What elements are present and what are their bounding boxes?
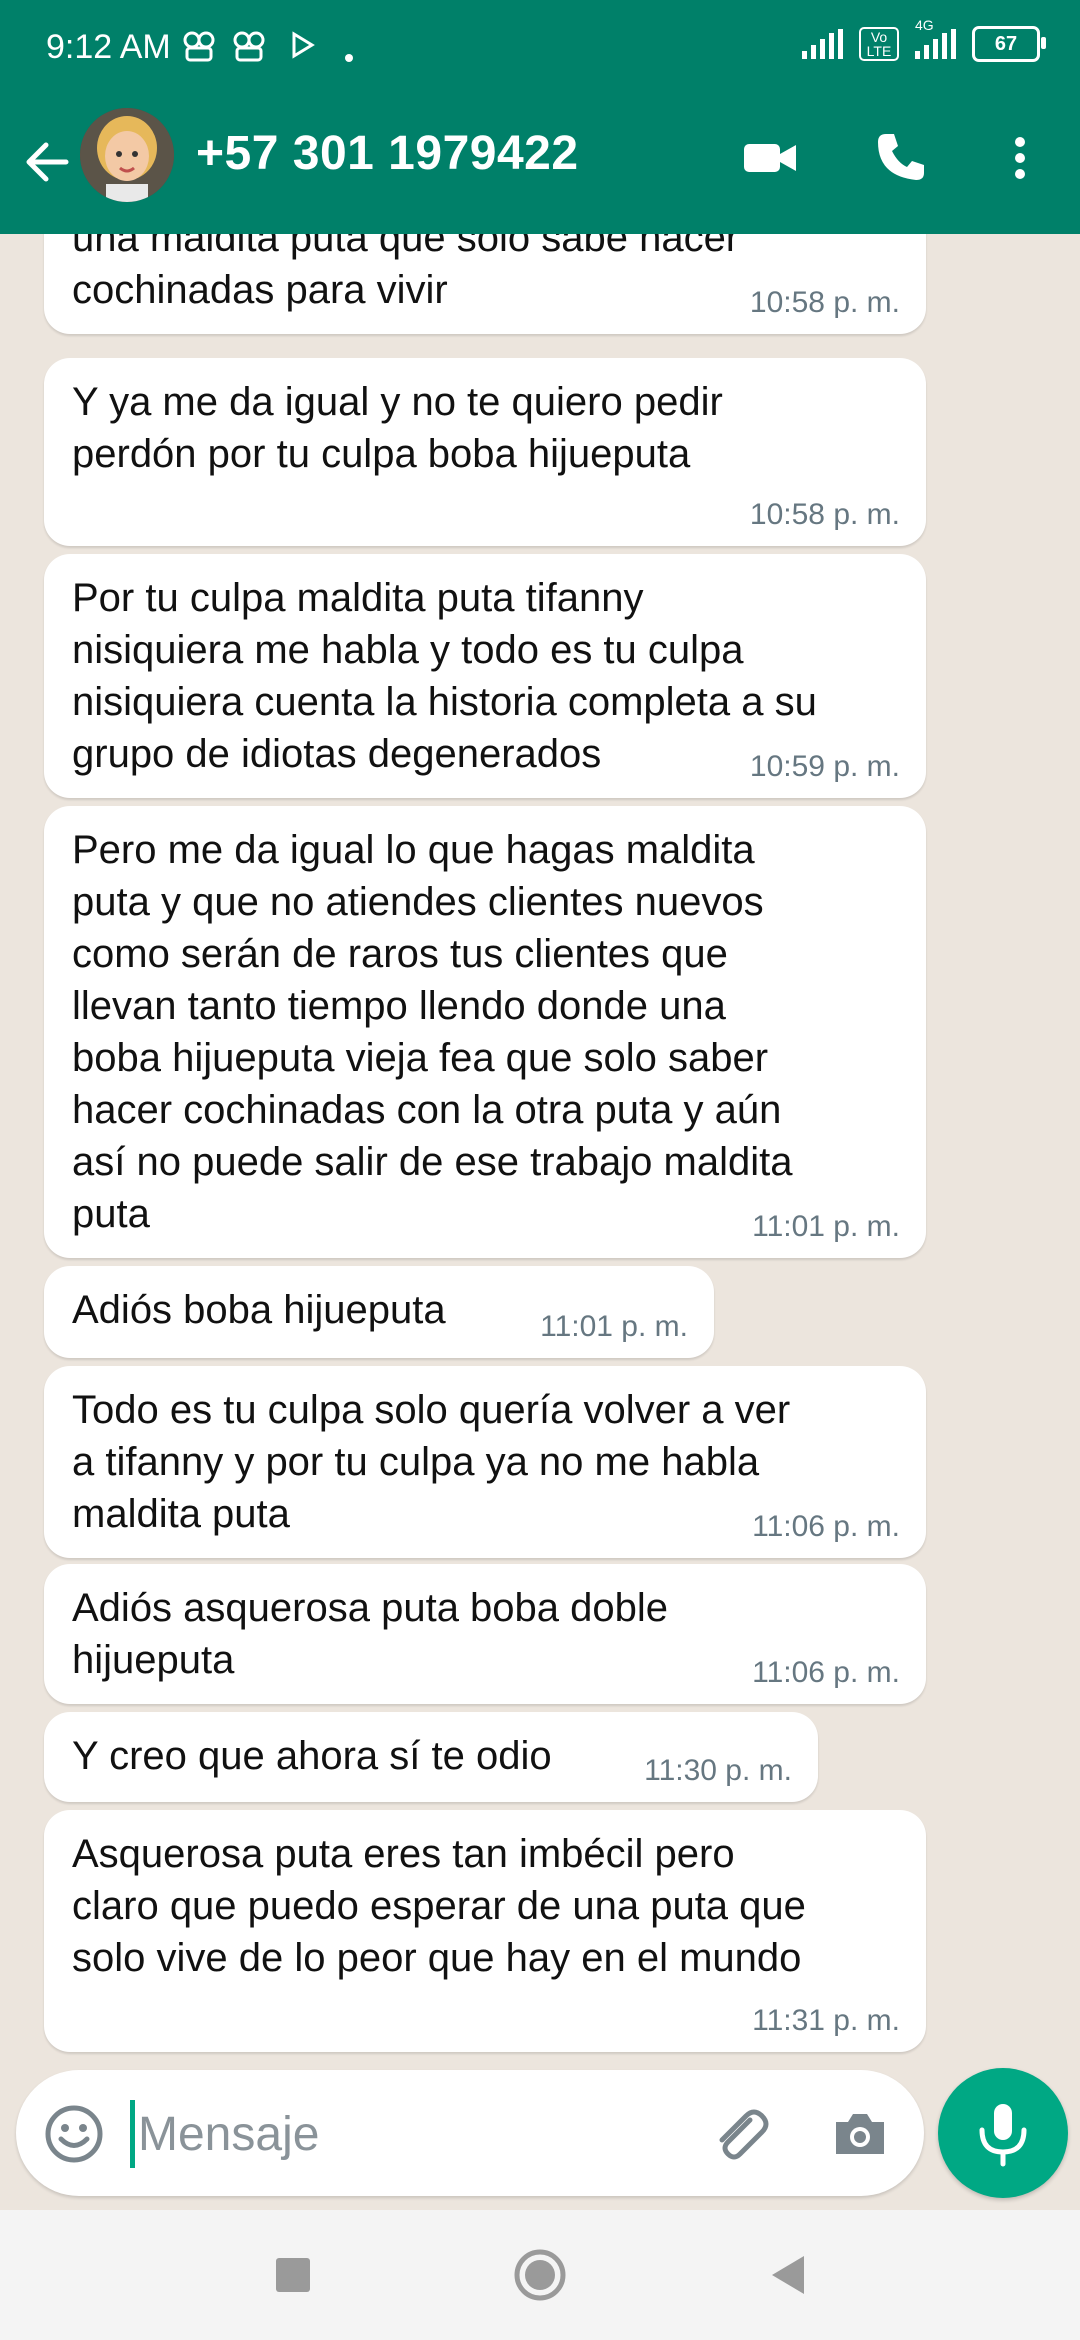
system-navigation-bar xyxy=(0,2210,1080,2340)
signal-icon xyxy=(802,29,843,59)
message-time: 11:01 p. m. xyxy=(540,1310,688,1343)
status-bar: 9:12 AM Vo LTE 4G 67 xyxy=(0,0,1080,100)
microphone-button[interactable] xyxy=(938,2068,1068,2198)
dot-icon xyxy=(344,38,354,70)
avatar[interactable] xyxy=(80,108,174,202)
message-bubble[interactable]: una maldita puta que solo sabe hacer coc… xyxy=(44,234,926,334)
message-bubble[interactable]: Por tu culpa maldita puta tifanny nisiqu… xyxy=(44,554,926,798)
battery-level: 67 xyxy=(994,32,1018,55)
chat-header: +57 301 1979422 xyxy=(0,100,1080,234)
message-bubble[interactable]: Asquerosa puta eres tan imbécil pero cla… xyxy=(44,1810,926,2052)
message-text: Y ya me da igual y no te quiero pedir pe… xyxy=(72,380,723,476)
more-options-icon[interactable] xyxy=(1000,128,1040,188)
chat-messages[interactable]: una maldita puta que solo sabe hacer coc… xyxy=(0,234,1080,2070)
battery-icon: 67 xyxy=(972,26,1046,62)
message-text: Pero me da igual lo que hagas maldita pu… xyxy=(72,828,793,1236)
message-bubble[interactable]: Y ya me da igual y no te quiero pedir pe… xyxy=(44,358,926,546)
message-composer xyxy=(16,2070,924,2196)
message-time: 11:30 p. m. xyxy=(644,1754,792,1787)
message-time: 11:06 p. m. xyxy=(752,1510,900,1543)
message-time: 10:58 p. m. xyxy=(749,286,900,319)
back-nav-icon[interactable] xyxy=(752,2240,822,2310)
volte-icon: Vo LTE xyxy=(859,27,899,61)
message-time: 11:31 p. m. xyxy=(752,2004,900,2037)
microphone-icon xyxy=(979,2104,1027,2167)
text-cursor xyxy=(130,2100,135,2168)
message-input[interactable] xyxy=(136,2098,700,2170)
status-time: 9:12 AM xyxy=(46,28,171,66)
message-time: 10:59 p. m. xyxy=(749,750,900,783)
back-arrow-icon[interactable] xyxy=(18,132,78,192)
message-text: Asquerosa puta eres tan imbécil pero cla… xyxy=(72,1832,806,1980)
message-bubble[interactable]: Todo es tu culpa solo quería volver a ve… xyxy=(44,1366,926,1558)
message-bubble[interactable]: Pero me da igual lo que hagas maldita pu… xyxy=(44,806,926,1258)
message-time: 11:01 p. m. xyxy=(752,1210,900,1243)
message-time: 10:58 p. m. xyxy=(749,498,900,531)
message-bubble[interactable]: Y creo que ahora sí te odio 11:30 p. m. xyxy=(44,1712,818,1802)
camera-icon[interactable] xyxy=(828,2102,892,2166)
message-time: 11:06 p. m. xyxy=(752,1656,900,1689)
video-call-icon[interactable] xyxy=(740,128,800,188)
attach-icon[interactable] xyxy=(706,2100,772,2166)
message-bubble[interactable]: Adiós asquerosa puta boba doble hijueput… xyxy=(44,1564,926,1704)
signal-4g-icon: 4G xyxy=(915,17,956,59)
app-notification-icon xyxy=(182,30,216,71)
home-icon[interactable] xyxy=(505,2240,575,2310)
recent-apps-icon[interactable] xyxy=(258,2240,328,2310)
message-bubble[interactable]: Adiós boba hijueputa 11:01 p. m. xyxy=(44,1266,714,1358)
app-notification-icon xyxy=(232,30,266,71)
emoji-icon[interactable] xyxy=(42,2102,106,2166)
phone-call-icon[interactable] xyxy=(870,128,930,188)
message-text: Por tu culpa maldita puta tifanny nisiqu… xyxy=(72,576,817,776)
play-notification-icon xyxy=(290,30,316,67)
contact-name[interactable]: +57 301 1979422 xyxy=(196,126,579,181)
